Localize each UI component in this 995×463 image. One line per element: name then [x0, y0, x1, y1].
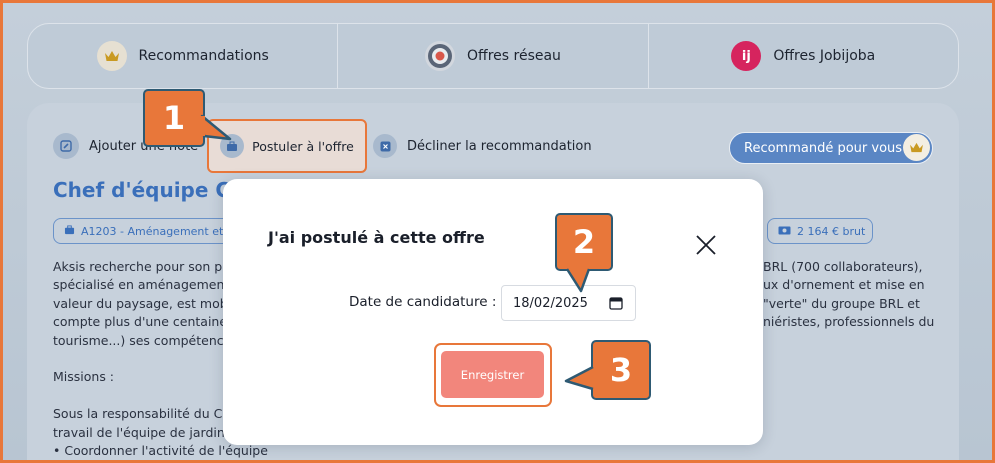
callout-1: 1 — [143, 89, 205, 147]
desc-line: "verte" du groupe BRL et — [763, 295, 920, 311]
callout-3: 3 — [591, 340, 651, 400]
job-description-right: BRL (700 collaborateurs), ux d'ornement … — [763, 258, 934, 332]
date-value: 18/02/2025 — [513, 295, 588, 311]
crown-icon — [96, 41, 127, 71]
date-label: Date de candidature : — [349, 294, 497, 310]
tab-label: Offres Jobijoba — [773, 48, 876, 64]
callout-3-pointer — [564, 365, 594, 391]
close-icon[interactable] — [693, 232, 719, 258]
target-icon — [425, 41, 456, 71]
tab-bar: Recommandations Offres réseau ij Offres … — [27, 23, 959, 89]
calendar-icon[interactable] — [609, 296, 623, 310]
save-button[interactable]: Enregistrer — [441, 351, 544, 398]
tab-offres-jobijoba[interactable]: ij Offres Jobijoba — [647, 24, 958, 88]
tab-label: Recommandations — [138, 48, 269, 64]
rome-code-label: A1203 - Aménagement et e — [81, 224, 233, 238]
recommended-label: Recommandé pour vous — [744, 140, 903, 156]
tab-label: Offres réseau — [467, 48, 561, 64]
callout-1-pointer — [198, 114, 232, 141]
crown-icon — [903, 134, 930, 161]
modal-title: J'ai postulé à cette offre — [268, 228, 485, 247]
decline-action[interactable]: Décliner la recommandation — [373, 134, 592, 158]
jobijoba-icon: ij — [731, 41, 762, 71]
decline-label: Décliner la recommandation — [407, 138, 592, 154]
recommended-badge: Recommandé pour vous — [729, 132, 933, 164]
screenshot-frame: Recommandations Offres réseau ij Offres … — [0, 0, 995, 463]
desc-line: ux d'ornement et mise en — [763, 277, 925, 293]
callout-2: 2 — [555, 213, 613, 271]
rome-code-pill: A1203 - Aménagement et e — [53, 218, 233, 244]
cash-icon — [778, 225, 791, 238]
salary-pill: 2 164 € brut — [767, 218, 873, 244]
desc-line: BRL (700 collaborateurs), — [763, 259, 923, 274]
salary-label: 2 164 € brut — [797, 224, 866, 238]
desc-line: niéristes, professionnels du — [763, 314, 935, 330]
tab-recommandations[interactable]: Recommandations — [28, 24, 337, 88]
apply-label: Postuler à l'offre — [252, 138, 354, 154]
close-square-icon — [373, 134, 397, 158]
tab-offres-reseau[interactable]: Offres réseau — [337, 24, 647, 88]
apply-modal: J'ai postulé à cette offre Date de candi… — [223, 179, 763, 445]
save-button-highlight: Enregistrer — [434, 343, 552, 407]
callout-2-pointer — [565, 268, 591, 293]
edit-icon — [53, 133, 79, 159]
briefcase-icon — [64, 224, 75, 238]
